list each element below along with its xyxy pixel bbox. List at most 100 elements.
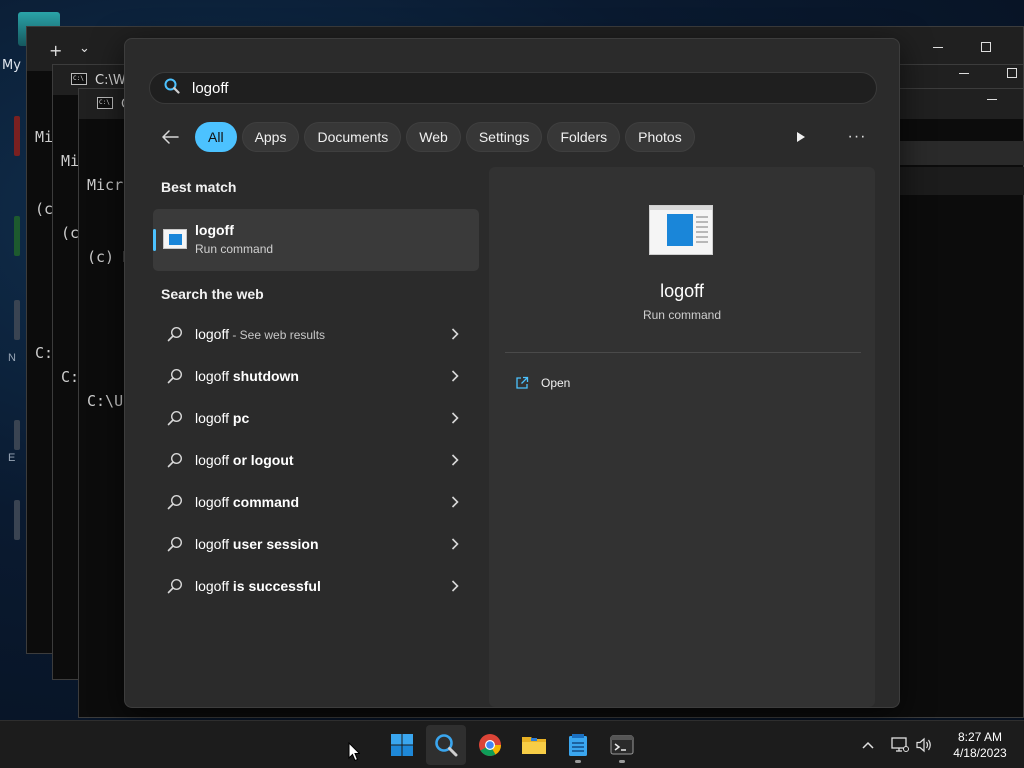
back-arrow-icon — [162, 130, 179, 144]
web-result-suggestion: or logout — [229, 452, 294, 468]
taskbar-file-explorer[interactable] — [514, 725, 554, 765]
volume-button[interactable] — [914, 735, 934, 755]
detail-pane: logoff Run command Open — [489, 167, 875, 707]
filter-settings[interactable]: Settings — [465, 122, 543, 152]
windows-logo-icon — [391, 734, 413, 756]
chevron-right-icon[interactable] — [445, 496, 465, 508]
taskbar-terminal[interactable] — [602, 725, 642, 765]
search-icon — [167, 410, 183, 426]
web-result-suggestion: pc — [229, 410, 250, 426]
best-match-result[interactable]: logoff Run command — [153, 209, 479, 271]
search-icon — [164, 78, 180, 99]
web-result-query: logoff — [195, 536, 229, 552]
speaker-icon — [916, 737, 931, 753]
start-button[interactable] — [382, 725, 422, 765]
web-result-suggestion: user session — [229, 536, 319, 552]
web-result-label: logoff command — [195, 494, 445, 510]
desktop-side-mark — [14, 420, 20, 450]
web-result-label: logoff is successful — [195, 578, 445, 594]
web-result-item[interactable]: logoff is successful — [153, 566, 479, 606]
taskbar: 8:27 AM 4/18/2023 — [0, 720, 1024, 768]
search-web-heading: Search the web — [161, 286, 264, 302]
chevron-right-icon[interactable] — [445, 370, 465, 382]
back-button[interactable] — [155, 122, 185, 152]
show-hidden-icons-button[interactable] — [858, 735, 878, 755]
filter-folders[interactable]: Folders — [547, 122, 621, 152]
best-match-type: Run command — [195, 242, 274, 256]
web-result-item[interactable]: logoff command — [153, 482, 479, 522]
web-result-item[interactable]: logoff user session — [153, 524, 479, 564]
desktop-side-mark — [14, 500, 20, 540]
web-result-query: logoff — [195, 578, 229, 594]
clock[interactable]: 8:27 AM 4/18/2023 — [940, 729, 1020, 761]
filter-documents[interactable]: Documents — [304, 122, 402, 152]
detail-title: logoff — [660, 281, 704, 301]
search-icon — [167, 452, 183, 468]
run-command-large-icon — [649, 205, 713, 255]
web-result-item[interactable]: logoff - See web results — [153, 314, 479, 354]
web-result-query: logoff — [195, 368, 229, 384]
search-icon — [167, 368, 183, 384]
more-filters-button[interactable] — [789, 125, 813, 149]
run-command-icon — [163, 229, 187, 249]
desktop-side-mark — [14, 216, 20, 256]
chevron-right-icon[interactable] — [445, 454, 465, 466]
chevron-right-icon[interactable] — [445, 538, 465, 550]
more-options-button[interactable]: ··· — [843, 125, 871, 149]
filter-photos[interactable]: Photos — [625, 122, 695, 152]
taskbar-notepad[interactable] — [558, 725, 598, 765]
web-result-item[interactable]: logoff pc — [153, 398, 479, 438]
web-result-label: logoff - See web results — [195, 326, 445, 342]
cmd-icon: C:\ — [71, 73, 87, 85]
web-result-label: logoff or logout — [195, 452, 445, 468]
play-icon — [797, 132, 805, 142]
search-input[interactable] — [192, 79, 792, 97]
open-action[interactable]: Open — [515, 373, 570, 393]
detail-divider — [505, 352, 861, 353]
terminal-tab-strip — [899, 167, 1024, 195]
web-result-suggestion: is successful — [229, 578, 321, 594]
desktop-side-mark — [14, 116, 20, 156]
web-result-label: logoff shutdown — [195, 368, 445, 384]
desktop-side-letter: E — [8, 452, 16, 464]
tab-dropdown-button[interactable]: ⌄ — [79, 41, 90, 56]
minimize-button[interactable] — [933, 47, 943, 48]
search-box[interactable] — [149, 72, 877, 104]
desktop-side-mark — [14, 300, 20, 340]
maximize-button[interactable] — [981, 42, 991, 52]
taskbar-chrome[interactable] — [470, 725, 510, 765]
filter-all[interactable]: All — [195, 122, 237, 152]
search-icon — [167, 494, 183, 510]
open-label: Open — [541, 376, 571, 390]
notepad-icon — [569, 734, 587, 756]
minimize-button[interactable] — [987, 99, 997, 100]
chrome-icon — [479, 734, 501, 756]
search-icon — [167, 578, 183, 594]
web-result-item[interactable]: logoff shutdown — [153, 356, 479, 396]
taskbar-search-button[interactable] — [426, 725, 466, 765]
web-result-hint: - See web results — [229, 328, 326, 342]
folder-icon — [522, 737, 546, 754]
chevron-right-icon[interactable] — [445, 412, 465, 424]
running-indicator — [619, 760, 625, 763]
web-result-query: logoff — [195, 494, 229, 510]
new-tab-button[interactable]: + — [49, 41, 62, 60]
search-icon — [167, 536, 183, 552]
filter-web[interactable]: Web — [406, 122, 461, 152]
web-result-suggestion: shutdown — [229, 368, 299, 384]
filter-apps[interactable]: Apps — [241, 122, 300, 152]
chevron-right-icon[interactable] — [445, 328, 465, 340]
network-icon — [891, 737, 909, 752]
web-result-label: logoff user session — [195, 536, 445, 552]
detail-subtitle: Run command — [642, 308, 722, 322]
web-result-item[interactable]: logoff or logout — [153, 440, 479, 480]
minimize-button[interactable] — [959, 73, 969, 74]
open-external-icon — [516, 376, 529, 389]
terminal-icon — [610, 735, 634, 755]
desktop-shortcut-label: My — [2, 58, 21, 73]
maximize-button[interactable] — [1007, 68, 1017, 78]
terminal-tab-strip — [899, 141, 1024, 165]
filter-bar: All Apps Documents Web Settings Folders … — [155, 121, 700, 153]
chevron-right-icon[interactable] — [445, 580, 465, 592]
network-button[interactable] — [890, 735, 910, 755]
